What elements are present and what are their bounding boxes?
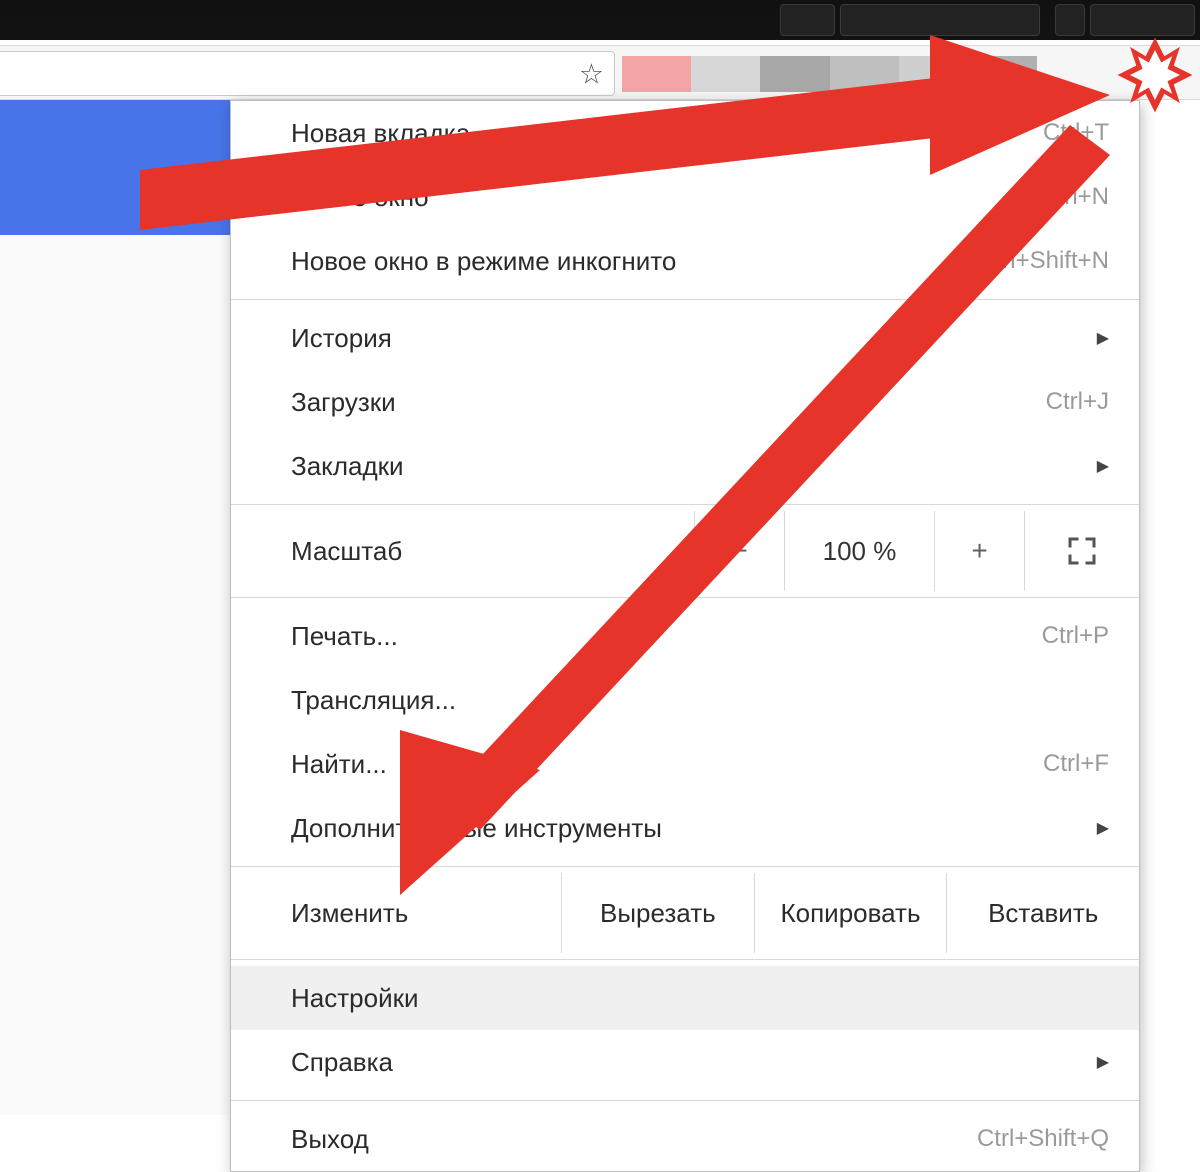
submenu-arrow-icon: ▶ xyxy=(1097,1052,1109,1072)
menu-item-label: Найти... xyxy=(291,749,387,780)
menu-separator xyxy=(231,504,1139,505)
menu-item-new-tab[interactable]: Новая вкладка Ctrl+T xyxy=(231,101,1139,165)
extension-icon[interactable] xyxy=(760,56,829,92)
menu-item-label: Трансляция... xyxy=(291,685,456,716)
chrome-menu-button[interactable] xyxy=(1136,54,1176,94)
menu-separator xyxy=(231,866,1139,867)
page-body xyxy=(0,235,230,1115)
menu-item-history[interactable]: История ▶ xyxy=(231,306,1139,370)
os-segment xyxy=(1090,4,1195,36)
menu-item-cast[interactable]: Трансляция... xyxy=(231,668,1139,732)
menu-separator xyxy=(231,959,1139,960)
zoom-out-button[interactable]: − xyxy=(694,511,784,591)
menu-item-shortcut: Ctrl+J xyxy=(1046,388,1109,416)
submenu-arrow-icon: ▶ xyxy=(1097,456,1109,476)
menu-item-shortcut: Ctrl+F xyxy=(1043,750,1109,778)
menu-item-find[interactable]: Найти... Ctrl+F xyxy=(231,732,1139,796)
zoom-in-button[interactable]: + xyxy=(934,511,1024,591)
edit-paste-button[interactable]: Вставить xyxy=(946,873,1139,953)
menu-item-shortcut: Ctrl+N xyxy=(1040,183,1109,211)
menu-item-zoom: Масштаб − 100 % + xyxy=(231,511,1139,591)
fullscreen-button[interactable] xyxy=(1024,511,1139,591)
menu-separator xyxy=(231,1100,1139,1101)
menu-item-shortcut: Ctrl+Shift+Q xyxy=(977,1125,1109,1153)
extensions-strip xyxy=(622,56,1037,92)
menu-item-label: Справка xyxy=(291,1047,393,1078)
edit-copy-button[interactable]: Копировать xyxy=(754,873,947,953)
edit-label: Изменить xyxy=(231,898,561,929)
menu-item-more-tools[interactable]: Дополнительные инструменты ▶ xyxy=(231,796,1139,860)
menu-item-shortcut: Ctrl+Shift+N xyxy=(978,247,1109,275)
os-segment xyxy=(840,4,1040,36)
extension-icon[interactable] xyxy=(622,56,691,92)
extension-icon[interactable] xyxy=(968,56,1037,92)
menu-item-new-window[interactable]: Новое окно Ctrl+N xyxy=(231,165,1139,229)
menu-item-exit[interactable]: Выход Ctrl+Shift+Q xyxy=(231,1107,1139,1171)
menu-item-help[interactable]: Справка ▶ xyxy=(231,1030,1139,1094)
extension-icon[interactable] xyxy=(830,56,899,92)
menu-item-downloads[interactable]: Загрузки Ctrl+J xyxy=(231,370,1139,434)
menu-item-label: История xyxy=(291,323,392,354)
os-titlebar xyxy=(0,0,1200,40)
omnibox[interactable]: ☆ xyxy=(0,51,615,96)
menu-separator xyxy=(231,299,1139,300)
os-segment xyxy=(1055,4,1085,36)
menu-item-label: Загрузки xyxy=(291,387,396,418)
menu-item-label: Выход xyxy=(291,1124,369,1155)
extension-icon[interactable] xyxy=(691,56,760,92)
bookmark-star-icon[interactable]: ☆ xyxy=(579,57,604,90)
menu-item-shortcut: Ctrl+T xyxy=(1043,119,1109,147)
menu-item-label: Новое окно xyxy=(291,182,429,213)
menu-item-shortcut: Ctrl+P xyxy=(1042,622,1109,650)
fullscreen-icon xyxy=(1067,536,1097,566)
chrome-main-menu: Новая вкладка Ctrl+T Новое окно Ctrl+N Н… xyxy=(230,100,1140,1172)
os-segment xyxy=(780,4,835,36)
menu-item-edit: Изменить Вырезать Копировать Вставить xyxy=(231,873,1139,953)
menu-item-label: Новая вкладка xyxy=(291,118,470,149)
edit-cut-button[interactable]: Вырезать xyxy=(561,873,754,953)
zoom-label: Масштаб xyxy=(291,536,694,567)
menu-item-print[interactable]: Печать... Ctrl+P xyxy=(231,604,1139,668)
menu-item-label: Закладки xyxy=(291,451,404,482)
menu-item-bookmarks[interactable]: Закладки ▶ xyxy=(231,434,1139,498)
extension-icon[interactable] xyxy=(899,56,968,92)
browser-toolbar: ☆ xyxy=(0,45,1200,100)
menu-item-label: Новое окно в режиме инкогнито xyxy=(291,246,676,277)
zoom-value: 100 % xyxy=(784,511,934,591)
menu-item-label: Настройки xyxy=(291,983,419,1014)
menu-item-label: Дополнительные инструменты xyxy=(291,813,662,844)
submenu-arrow-icon: ▶ xyxy=(1097,818,1109,838)
menu-separator xyxy=(231,597,1139,598)
menu-item-incognito[interactable]: Новое окно в режиме инкогнито Ctrl+Shift… xyxy=(231,229,1139,293)
menu-item-label: Печать... xyxy=(291,621,398,652)
submenu-arrow-icon: ▶ xyxy=(1097,328,1109,348)
page-header-blue xyxy=(0,100,230,235)
menu-item-settings[interactable]: Настройки xyxy=(231,966,1139,1030)
